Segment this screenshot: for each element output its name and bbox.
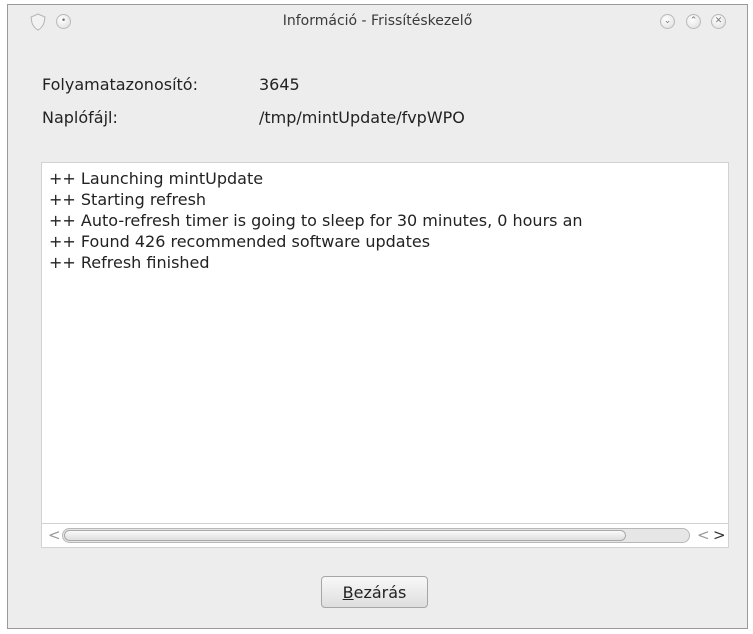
horizontal-scrollbar[interactable]: < < > [41,524,729,548]
maximize-icon[interactable]: ⌃ [686,14,701,29]
info-dialog-window: • Információ - Frissítéskezelő ⌄ ⌃ ✕ Fol… [7,4,748,629]
close-icon[interactable]: ✕ [711,14,726,29]
scroll-right-arrow-icon[interactable]: > [713,526,726,544]
close-button-label: ezárás [353,582,407,602]
process-id-value: 3645 [259,75,300,94]
log-line: ++ Refresh finished [49,253,210,272]
scroll-left-button-icon[interactable]: < [697,526,710,544]
scrollbar-track[interactable] [62,528,690,543]
log-line: ++ Found 426 recommended software update… [49,232,431,251]
minimize-icon[interactable]: ⌄ [660,14,675,29]
log-line: ++ Launching mintUpdate [49,169,264,188]
close-button[interactable]: Bezárás [321,576,428,608]
log-line: ++ Starting refresh [49,190,207,209]
scroll-left-arrow-icon[interactable]: < [48,526,61,544]
window-title: Információ - Frissítéskezelő [282,13,473,29]
log-line: ++ Auto-refresh timer is going to sleep … [49,211,583,230]
logfile-path: /tmp/mintUpdate/fvpWPO [259,108,465,127]
title-bar[interactable]: • Információ - Frissítéskezelő ⌄ ⌃ ✕ [8,5,747,39]
scrollbar-thumb[interactable] [64,530,626,541]
process-id-label: Folyamatazonosító: [42,75,198,94]
log-text-area[interactable]: ++ Launching mintUpdate ++ Starting refr… [41,162,729,524]
logfile-label: Naplófájl: [42,108,118,127]
close-button-mnemonic: B [342,582,354,602]
